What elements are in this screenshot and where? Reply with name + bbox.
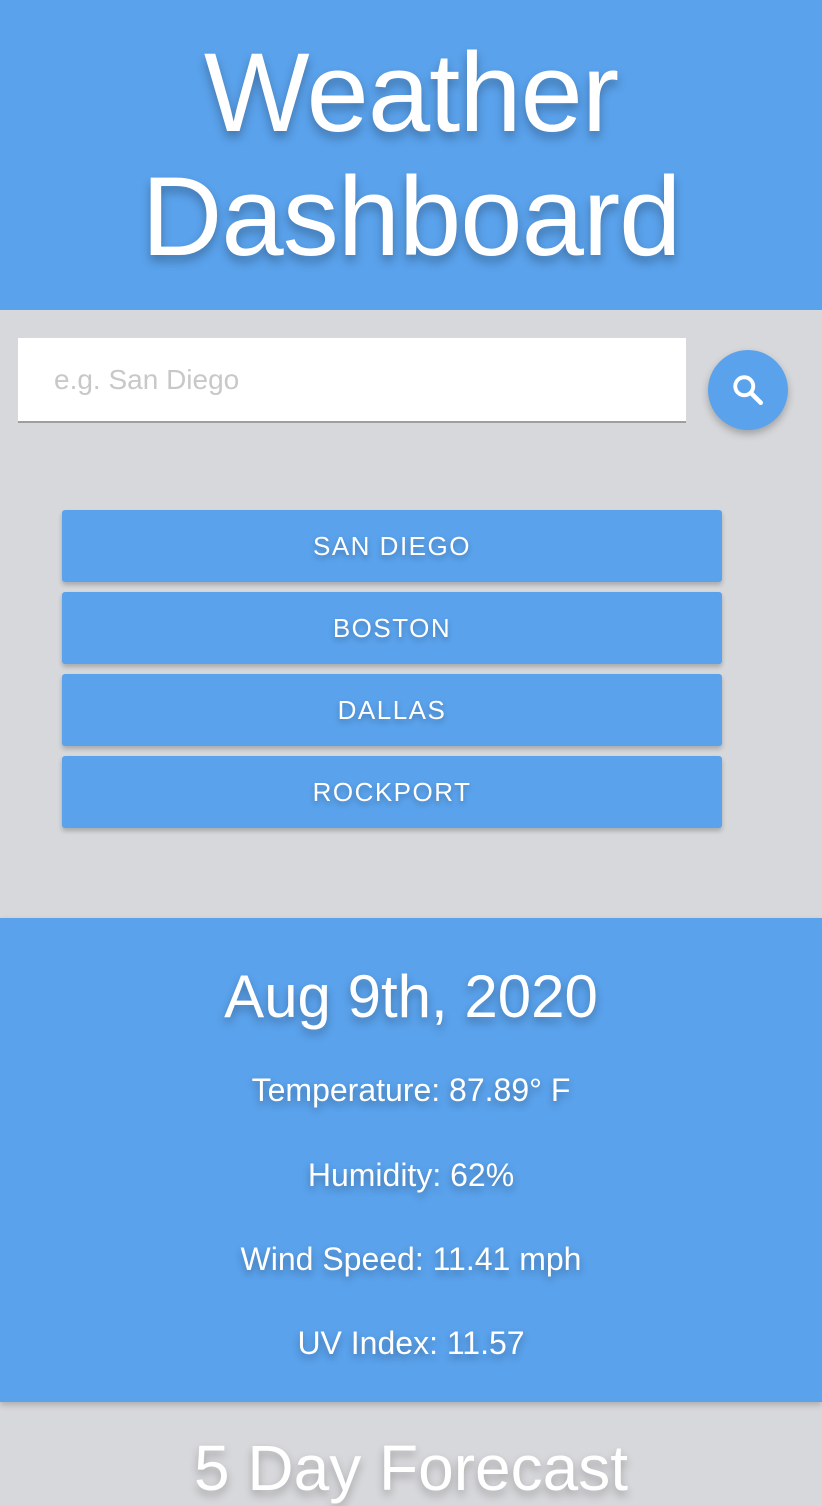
search-history-list: SAN DIEGO BOSTON DALLAS ROCKPORT	[62, 510, 722, 838]
city-button-san-diego[interactable]: SAN DIEGO	[62, 510, 722, 582]
city-button-boston[interactable]: BOSTON	[62, 592, 722, 664]
search-button[interactable]	[708, 350, 788, 430]
temperature-text: Temperature: 87.89° F	[251, 1072, 571, 1108]
forecast-heading: 5 Day Forecast	[194, 1432, 628, 1504]
wind-speed-text: Wind Speed: 11.41 mph	[240, 1241, 582, 1277]
uv-index-text: UV Index: 11.57	[297, 1325, 525, 1361]
search-input[interactable]	[18, 338, 686, 423]
current-weather-panel: Aug 9th, 2020 Temperature: 87.89° F Humi…	[0, 918, 822, 1402]
city-button-dallas[interactable]: DALLAS	[62, 674, 722, 746]
city-button-rockport[interactable]: ROCKPORT	[62, 756, 722, 828]
humidity-text: Humidity: 62%	[307, 1157, 515, 1193]
current-date: Aug 9th, 2020	[224, 963, 598, 1030]
page-title: Weather Dashboard	[141, 30, 682, 279]
search-icon	[730, 372, 766, 408]
page-header: Weather Dashboard	[0, 0, 822, 310]
